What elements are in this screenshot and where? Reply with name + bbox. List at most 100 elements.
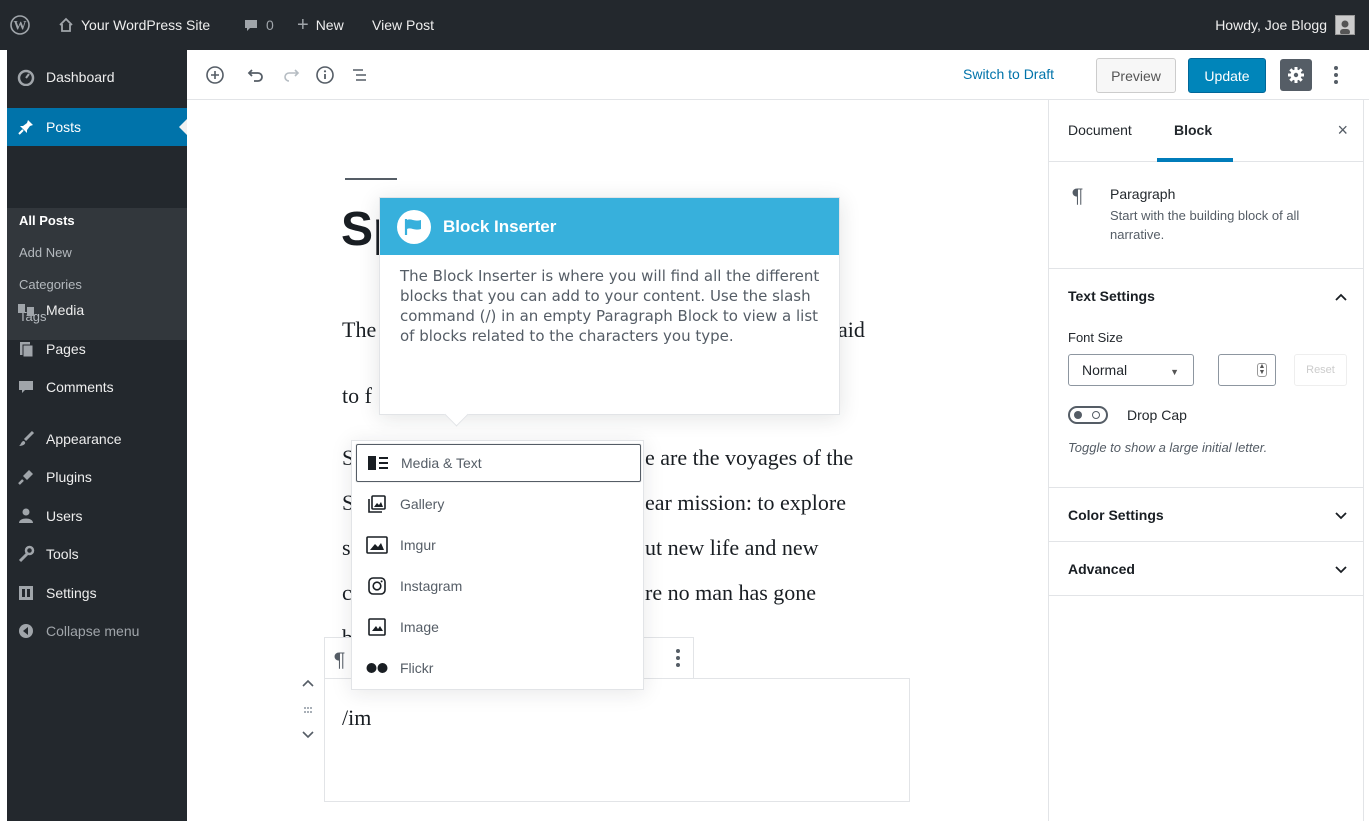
sidebar-item-posts[interactable]: Posts — [7, 108, 187, 146]
sidebar-item-media[interactable]: Media — [7, 291, 187, 329]
sidebar-item-pages[interactable]: Pages — [7, 330, 187, 368]
font-size-label: Font Size — [1068, 330, 1123, 345]
paragraph-text[interactable]: e are the voyages of the — [645, 440, 853, 476]
chevron-down-icon — [1335, 561, 1347, 577]
chevron-up-icon — [1335, 288, 1347, 304]
wordpress-logo-icon[interactable]: W — [10, 0, 30, 50]
site-name-label: Your WordPress Site — [81, 17, 211, 33]
collapse-menu-button[interactable]: Collapse menu — [7, 612, 187, 650]
imgur-icon — [366, 536, 388, 554]
sidebar-item-appearance[interactable]: Appearance — [7, 420, 187, 458]
autocomplete-label: Instagram — [400, 578, 463, 594]
svg-text:W: W — [14, 18, 27, 33]
autocomplete-label: Media & Text — [401, 455, 482, 471]
add-block-icon[interactable] — [203, 63, 227, 87]
autocomplete-label: Imgur — [400, 537, 436, 553]
paragraph-text[interactable]: ut new life and new — [645, 530, 819, 566]
reset-font-size-button[interactable]: Reset — [1294, 354, 1347, 386]
text-settings-body: Font Size Normal ▼ ▲ ▼ Reset Drop Cap Tog… — [1049, 322, 1364, 488]
tab-document[interactable]: Document — [1068, 122, 1132, 138]
sidebar-item-plugins[interactable]: Plugins — [7, 458, 187, 496]
plus-icon: + — [297, 14, 309, 36]
paragraph-icon[interactable]: ¶ — [333, 648, 346, 672]
text-settings-panel-toggle[interactable]: Text Settings — [1049, 269, 1364, 323]
chevron-down-icon — [1335, 507, 1347, 523]
tip-header: Block Inserter — [380, 198, 839, 255]
plugin-icon — [12, 468, 40, 486]
sidebar-item-label: Comments — [46, 379, 114, 395]
paragraph-text[interactable]: s — [342, 530, 351, 566]
flag-icon — [397, 209, 431, 244]
autocomplete-label: Image — [400, 619, 439, 635]
gear-icon — [1288, 67, 1304, 83]
info-icon[interactable] — [313, 63, 337, 87]
sidebar-item-tools[interactable]: Tools — [7, 535, 187, 573]
stepper-icon[interactable]: ▲ ▼ — [1257, 363, 1267, 377]
close-icon[interactable]: × — [1337, 120, 1348, 141]
account-menu[interactable]: Howdy, Joe Blogg — [1215, 0, 1355, 50]
block-more-options-icon[interactable] — [675, 648, 681, 671]
autocomplete-item-instagram[interactable]: Instagram — [356, 567, 641, 605]
submenu-add-new[interactable]: Add New — [19, 245, 72, 260]
more-options-icon[interactable] — [1324, 63, 1348, 87]
sidebar-item-settings[interactable]: Settings — [7, 574, 187, 612]
sidebar-item-label: Pages — [46, 341, 86, 357]
move-down-icon[interactable] — [299, 726, 317, 744]
paragraph-text[interactable]: re no man has gone — [645, 575, 816, 611]
paragraph-text[interactable]: to f — [342, 378, 372, 414]
pushpin-icon — [12, 118, 40, 136]
sidebar-item-dashboard[interactable]: Dashboard — [7, 58, 187, 96]
autocomplete-item-gallery[interactable]: Gallery — [356, 485, 641, 523]
new-label: New — [315, 17, 344, 33]
undo-icon[interactable] — [244, 63, 268, 87]
toggle-off-indicator — [1092, 411, 1100, 419]
view-post-link[interactable]: View Post — [372, 0, 434, 50]
new-content-link[interactable]: + New — [297, 0, 344, 50]
block-autocomplete-popover: Media & Text Gallery Imgur Instagram Ima… — [351, 440, 644, 690]
autocomplete-item-media-text[interactable]: Media & Text — [356, 444, 641, 482]
drop-cap-toggle[interactable] — [1068, 406, 1108, 424]
block-navigation-icon[interactable] — [348, 63, 372, 87]
autocomplete-item-imgur[interactable]: Imgur — [356, 526, 641, 564]
paintbrush-icon — [12, 430, 40, 448]
autocomplete-item-image[interactable]: Image — [356, 608, 641, 646]
paragraph-text[interactable]: aid — [838, 312, 865, 348]
media-text-icon — [367, 455, 389, 471]
admin-comments-link[interactable]: 0 — [243, 0, 274, 50]
paragraph-icon: ¶ — [1071, 184, 1084, 208]
block-card: ¶ Paragraph Start with the building bloc… — [1049, 162, 1364, 269]
sidebar-item-label: Posts — [46, 119, 82, 135]
update-button[interactable]: Update — [1188, 58, 1266, 93]
active-paragraph-block[interactable]: /im — [324, 678, 910, 802]
comments-count: 0 — [266, 17, 274, 33]
tip-body: The Block Inserter is where you will fin… — [400, 267, 820, 345]
paragraph-text[interactable]: The — [342, 312, 376, 348]
sidebar-item-comments[interactable]: Comments — [7, 368, 187, 406]
custom-font-size-input[interactable]: ▲ ▼ — [1218, 354, 1276, 386]
submenu-all-posts[interactable]: All Posts — [19, 213, 75, 228]
drop-cap-help: Toggle to show a large initial letter. — [1068, 440, 1268, 455]
font-size-select[interactable]: Normal ▼ — [1068, 354, 1194, 386]
settings-icon — [12, 584, 40, 602]
drag-handle-icon[interactable] — [299, 701, 317, 719]
autocomplete-label: Gallery — [400, 496, 445, 512]
color-settings-panel-toggle[interactable]: Color Settings — [1049, 488, 1364, 542]
font-size-value: Normal — [1082, 362, 1128, 378]
pages-icon — [12, 340, 40, 358]
tab-block[interactable]: Block — [1174, 122, 1212, 138]
paragraph-text[interactable]: ear mission: to explore — [645, 485, 846, 521]
preview-button[interactable]: Preview — [1096, 58, 1176, 93]
media-icon — [12, 301, 40, 319]
block-card-description: Start with the building block of all nar… — [1110, 208, 1300, 242]
autocomplete-item-flickr[interactable]: Flickr — [356, 649, 641, 687]
sidebar-item-users[interactable]: Users — [7, 497, 187, 535]
move-up-icon[interactable] — [299, 674, 317, 692]
comments-icon — [12, 378, 40, 396]
switch-to-draft-button[interactable]: Switch to Draft — [963, 66, 1054, 82]
site-name-link[interactable]: Your WordPress Site — [58, 0, 210, 50]
typed-slash-command: /im — [342, 705, 372, 730]
settings-toggle-button[interactable] — [1280, 59, 1312, 91]
advanced-panel-toggle[interactable]: Advanced — [1049, 542, 1364, 596]
submenu-categories[interactable]: Categories — [19, 277, 82, 292]
redo-icon[interactable] — [279, 63, 303, 87]
